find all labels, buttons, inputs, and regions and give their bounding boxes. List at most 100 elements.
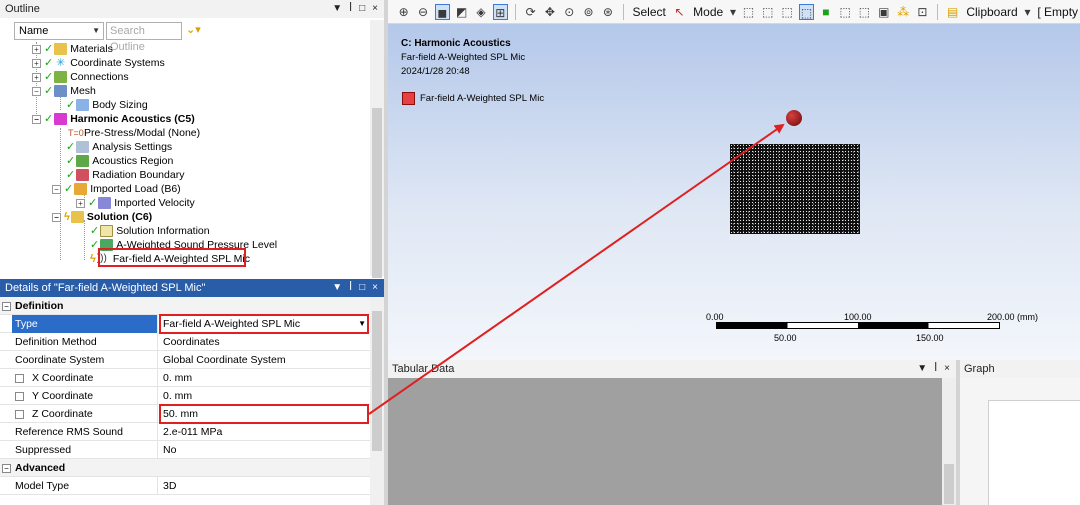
select-vertex-icon[interactable]: ⬚	[741, 4, 756, 20]
parameter-checkbox[interactable]	[15, 409, 24, 419]
zoom-out-icon[interactable]: ⊖	[415, 4, 430, 20]
check-icon: ✓	[64, 183, 74, 195]
solid-view-icon[interactable]: ◼	[434, 3, 451, 20]
collapse-icon[interactable]: −	[32, 114, 41, 124]
collapse-icon[interactable]: −	[32, 86, 41, 96]
close-icon[interactable]: ×	[372, 279, 378, 297]
scrollbar-thumb[interactable]	[372, 108, 382, 278]
parameter-checkbox[interactable]	[15, 373, 24, 383]
zoom-in-icon[interactable]: ⊕	[396, 4, 411, 20]
row-value[interactable]: Coordinates	[159, 333, 370, 351]
graph-title: Graph	[964, 363, 995, 375]
tree-item-pre-stress[interactable]: T=0 Pre-Stress/Modal (None)	[68, 126, 200, 140]
name-select[interactable]: Name ▼	[14, 22, 104, 40]
pushpin-icon[interactable]: ꟾ	[349, 279, 352, 297]
tree-item-body-sizing[interactable]: ✓ Body Sizing	[66, 98, 148, 112]
cursor-mode-icon[interactable]: ↖	[672, 4, 687, 20]
tree-item-imported-velocity[interactable]: + ✓ Imported Velocity	[76, 196, 195, 210]
collapse-icon[interactable]: −	[2, 463, 11, 473]
fit-icon[interactable]: ⊛	[600, 4, 615, 20]
expand-icon[interactable]: +	[32, 72, 41, 82]
row-definition-method[interactable]: Definition Method Coordinates	[0, 333, 370, 351]
row-model-type[interactable]: Model Type 3D	[0, 477, 370, 495]
mode-label[interactable]: Mode	[693, 5, 723, 19]
row-value[interactable]: Global Coordinate System	[159, 351, 370, 369]
wand-icon[interactable]: ⁂	[895, 4, 910, 20]
row-x-coordinate[interactable]: X Coordinate 0. mm	[0, 369, 370, 387]
box-zoom-icon[interactable]: ⊚	[581, 4, 596, 20]
pushpin-icon[interactable]: ꟾ	[934, 360, 937, 378]
expand-icon[interactable]: +	[32, 44, 41, 54]
tree-item-imported-load[interactable]: − ✓ Imported Load (B6)	[52, 182, 181, 196]
filter-icon[interactable]: ⌄▾	[186, 23, 201, 36]
tree-item-harmonic-acoustics[interactable]: − ✓ Harmonic Acoustics (C5)	[32, 112, 195, 126]
collapse-icon[interactable]: −	[2, 301, 11, 311]
select-face-icon[interactable]: ⬚	[779, 4, 794, 20]
select-body-icon[interactable]: ⬚	[798, 3, 815, 20]
row-value[interactable]: 0. mm	[159, 369, 370, 387]
scrollbar-thumb[interactable]	[944, 464, 954, 504]
zoom-icon[interactable]: ⊙	[562, 4, 577, 20]
pan-icon[interactable]: ✥	[542, 4, 557, 20]
row-value[interactable]: 0. mm	[159, 387, 370, 405]
mesh-body[interactable]	[730, 144, 860, 234]
extend-selection-icon[interactable]: ⊡	[915, 4, 930, 20]
tree-item-solution-information[interactable]: ✓ Solution Information	[90, 224, 210, 238]
tree-item-analysis-settings[interactable]: ✓ Analysis Settings	[66, 140, 172, 154]
scrollbar-thumb[interactable]	[372, 311, 382, 451]
collapse-icon[interactable]: −	[52, 212, 61, 222]
graphics-viewport[interactable]: C: Harmonic Acoustics Far-field A-Weight…	[388, 24, 1080, 360]
tree-item-connections[interactable]: + ✓ Connections	[32, 70, 129, 84]
row-coordinate-system[interactable]: Coordinate System Global Coordinate Syst…	[0, 351, 370, 369]
tabular-scrollbar[interactable]	[942, 378, 956, 505]
dropdown-arrow-icon[interactable]: ▼	[917, 360, 927, 378]
outline-scrollbar[interactable]	[370, 20, 384, 278]
outline-panel-tools: ▼ ꟾ □ ×	[332, 0, 378, 18]
row-suppressed[interactable]: Suppressed No	[0, 441, 370, 459]
section-definition[interactable]: − Definition	[0, 297, 370, 315]
close-icon[interactable]: ×	[944, 360, 950, 378]
select-label[interactable]: Select	[633, 5, 666, 19]
dropdown-arrow-icon[interactable]: ▼	[332, 279, 342, 297]
select-edge-icon[interactable]: ⬚	[760, 4, 775, 20]
graph-plot-area[interactable]	[988, 400, 1080, 505]
dropdown-arrow-icon[interactable]: ▼	[332, 0, 342, 18]
row-value[interactable]: No	[159, 441, 370, 459]
close-icon[interactable]: ×	[372, 0, 378, 18]
row-reference-rms[interactable]: Reference RMS Sound Pressure 2.e-011 MPa	[0, 423, 370, 441]
select-node-icon[interactable]: ⬚	[838, 4, 853, 20]
clipboard-label[interactable]: Clipboard	[966, 5, 1017, 19]
restore-icon[interactable]: □	[359, 279, 365, 297]
tree-item-coordinate-systems[interactable]: + ✓ ✳ Coordinate Systems	[32, 56, 165, 70]
transparency-icon[interactable]: ◈	[473, 4, 488, 20]
tree-item-acoustics-region[interactable]: ✓ Acoustics Region	[66, 154, 173, 168]
chevron-down-icon[interactable]: ▾	[1024, 4, 1032, 20]
expand-icon[interactable]: +	[32, 58, 41, 68]
parameter-checkbox[interactable]	[15, 391, 24, 401]
select-mesh-icon[interactable]: ⬚	[857, 4, 872, 20]
row-value[interactable]: 3D	[159, 477, 370, 495]
restore-icon[interactable]: □	[359, 0, 365, 18]
tree-item-radiation-boundary[interactable]: ✓ Radiation Boundary	[66, 168, 184, 182]
details-scrollbar[interactable]	[370, 297, 384, 505]
expand-icon[interactable]: +	[76, 198, 85, 208]
tabular-data-body[interactable]	[388, 378, 942, 505]
select-region-icon[interactable]: ▣	[876, 4, 891, 20]
rotate-icon[interactable]: ⟳	[523, 4, 538, 20]
chevron-down-icon[interactable]: ▾	[729, 4, 737, 20]
clipboard-icon[interactable]: ▤	[945, 4, 960, 20]
connections-icon	[54, 71, 68, 83]
wireframe-icon[interactable]: ◩	[454, 4, 469, 20]
outline-tree: + ✓ Materials + ✓ ✳ Coordinate Systems +…	[0, 42, 370, 274]
tree-item-materials[interactable]: + ✓ Materials	[32, 42, 113, 56]
selection-filter-icon[interactable]: ⊞	[492, 3, 509, 20]
section-advanced[interactable]: − Advanced	[0, 459, 370, 477]
tree-item-mesh[interactable]: − ✓ Mesh	[32, 84, 96, 98]
select-element-icon[interactable]: ■	[818, 4, 833, 20]
tree-item-solution[interactable]: − ϟ Solution (C6)	[52, 210, 152, 224]
collapse-icon[interactable]: −	[52, 184, 61, 194]
search-outline-input[interactable]: Search Outline	[106, 22, 182, 53]
row-y-coordinate[interactable]: Y Coordinate 0. mm	[0, 387, 370, 405]
row-value[interactable]: 2.e-011 MPa	[159, 423, 370, 441]
pushpin-icon[interactable]: ꟾ	[349, 0, 352, 18]
